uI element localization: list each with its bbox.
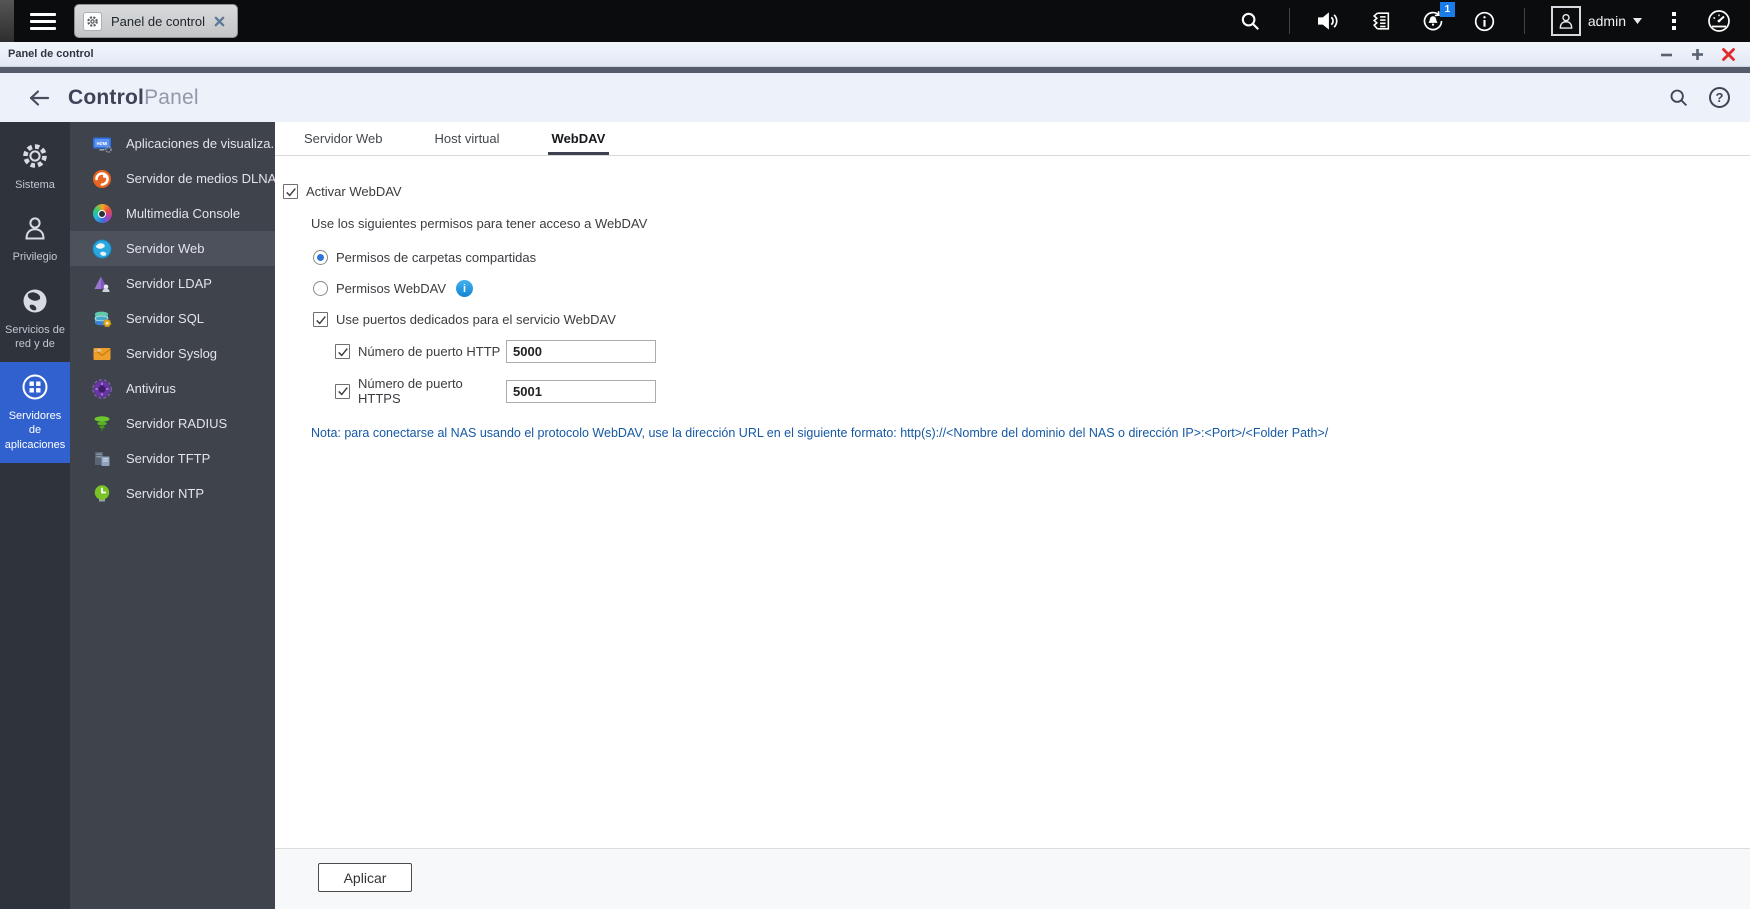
window-title: Panel de control (8, 48, 94, 60)
footer-action-bar: Aplicar (275, 848, 1750, 909)
check-icon (337, 347, 348, 357)
application-list: HDMI Aplicaciones de visualiza... Servid… (70, 122, 281, 909)
tab-strip: Servidor Web Host virtual WebDAV (275, 122, 1750, 156)
tftp-icon (92, 449, 112, 469)
http-port-label: Número de puerto HTTP (358, 344, 501, 359)
notifications-icon[interactable]: 1 (1420, 2, 1455, 34)
main-menu-button[interactable] (20, 0, 66, 42)
avatar-icon (1550, 6, 1581, 36)
desktop-tab-label: Panel de control (111, 13, 205, 29)
hdmi-display-icon: HDMI (92, 134, 112, 154)
tab-host-virtual[interactable]: Host virtual (431, 131, 504, 155)
sidebar-item-sistema[interactable]: Sistema (0, 131, 70, 203)
control-panel-gear-icon (83, 11, 102, 31)
svg-text:HDMI: HDMI (97, 140, 108, 145)
gear-icon (23, 144, 47, 168)
volume-icon[interactable] (1316, 8, 1342, 34)
app-item-antivirus[interactable]: Antivirus (70, 371, 275, 406)
background-tasks-icon[interactable] (1368, 8, 1394, 34)
permisos-webdav-radio[interactable] (313, 281, 328, 296)
app-item-servidor-web[interactable]: Servidor Web (70, 231, 275, 266)
category-sidebar: Sistema Privilegio Servicios de red y de… (0, 122, 70, 909)
search-icon[interactable] (1237, 8, 1263, 34)
topbar-separator (1523, 8, 1525, 34)
page-title: ControlPanel (68, 85, 199, 109)
sidebar-item-privilegio[interactable]: Privilegio (0, 203, 70, 275)
desktop-edge (0, 0, 14, 42)
app-item-aplicaciones-visualizacion[interactable]: HDMI Aplicaciones de visualiza... (70, 126, 281, 161)
app-item-servidor-ldap[interactable]: Servidor LDAP (70, 266, 275, 301)
webdav-note-text: Nota: para conectarse al NAS usando el p… (311, 426, 1329, 440)
http-port-input[interactable] (506, 340, 656, 363)
back-button[interactable] (28, 89, 50, 107)
syslog-icon: LOG (92, 344, 112, 364)
settings-pane: Servidor Web Host virtual WebDAV Activar… (275, 122, 1750, 909)
apply-button[interactable]: Aplicar (318, 863, 412, 892)
https-port-label: Número de puerto HTTPS (358, 376, 463, 406)
app-item-servidor-sql[interactable]: Servidor SQL (70, 301, 275, 336)
activar-webdav-checkbox[interactable] (283, 184, 298, 199)
app-item-servidor-syslog[interactable]: LOG Servidor Syslog (70, 336, 275, 371)
activar-webdav-label: Activar WebDAV (306, 184, 402, 199)
sql-database-icon (92, 309, 112, 329)
user-name: admin (1587, 13, 1626, 29)
antivirus-icon (92, 378, 112, 399)
tab-webdav[interactable]: WebDAV (547, 131, 610, 155)
maximize-icon[interactable] (1690, 47, 1705, 62)
header-search-icon[interactable] (1668, 87, 1689, 108)
check-icon (285, 187, 296, 197)
resource-monitor-icon[interactable] (1706, 8, 1732, 34)
https-port-input[interactable] (506, 379, 656, 403)
ntp-clock-icon (92, 484, 112, 504)
multimedia-console-icon (92, 204, 112, 224)
topbar-separator (1288, 8, 1290, 34)
desktop-tab-control-panel[interactable]: Panel de control (74, 4, 238, 38)
control-panel-header: ControlPanel ? (0, 73, 1750, 122)
permisos-webdav-label: Permisos WebDAV (336, 281, 447, 296)
radius-icon (92, 414, 112, 434)
notification-badge: 1 (1439, 2, 1455, 17)
check-icon (315, 315, 326, 325)
desktop-tab-close-icon[interactable] (214, 16, 225, 27)
globe-icon (23, 289, 47, 313)
http-port-checkbox[interactable] (335, 344, 350, 359)
https-port-checkbox[interactable] (335, 383, 350, 399)
permisos-carpetas-label: Permisos de carpetas compartidas (336, 250, 537, 265)
info-icon[interactable] (1472, 8, 1498, 34)
sidebar-item-servicios-red[interactable]: Servicios de red y de (0, 276, 70, 363)
help-icon[interactable]: ? (1709, 87, 1730, 108)
webdav-permissions-info-icon[interactable]: i (456, 280, 474, 297)
app-item-servidor-radius[interactable]: Servidor RADIUS (70, 406, 275, 441)
user-menu[interactable]: admin (1550, 6, 1642, 36)
close-icon[interactable] (1721, 47, 1736, 62)
app-item-multimedia-console[interactable]: Multimedia Console (70, 196, 275, 231)
svg-text:LOG: LOG (95, 348, 102, 352)
sidebar-item-servidores-aplicaciones[interactable]: Servidores de aplicaciones (0, 362, 70, 464)
app-item-servidor-ntp[interactable]: Servidor NTP (70, 476, 275, 511)
web-globe-icon (92, 239, 112, 259)
permisos-carpetas-radio[interactable] (313, 250, 328, 265)
ldap-icon (92, 274, 112, 294)
app-item-servidor-tftp[interactable]: Servidor TFTP (70, 441, 275, 476)
minimize-icon[interactable] (1659, 47, 1674, 62)
dlna-icon (92, 169, 112, 189)
puertos-dedicados-checkbox[interactable] (313, 312, 328, 327)
top-bar: Panel de control 1 admin (0, 0, 1750, 42)
window-title-bar: Panel de control (0, 42, 1750, 67)
user-icon (25, 217, 45, 240)
puertos-dedicados-label: Use puertos dedicados para el servicio W… (336, 312, 616, 327)
more-options-icon[interactable] (1668, 12, 1680, 30)
app-item-servidor-dlna[interactable]: Servidor de medios DLNA (70, 161, 276, 196)
check-icon (337, 387, 348, 396)
caret-down-icon (1633, 18, 1642, 24)
tab-servidor-web[interactable]: Servidor Web (300, 131, 387, 155)
permissions-intro-text: Use los siguientes permisos para tener a… (311, 216, 648, 231)
apps-grid-icon (22, 374, 48, 400)
